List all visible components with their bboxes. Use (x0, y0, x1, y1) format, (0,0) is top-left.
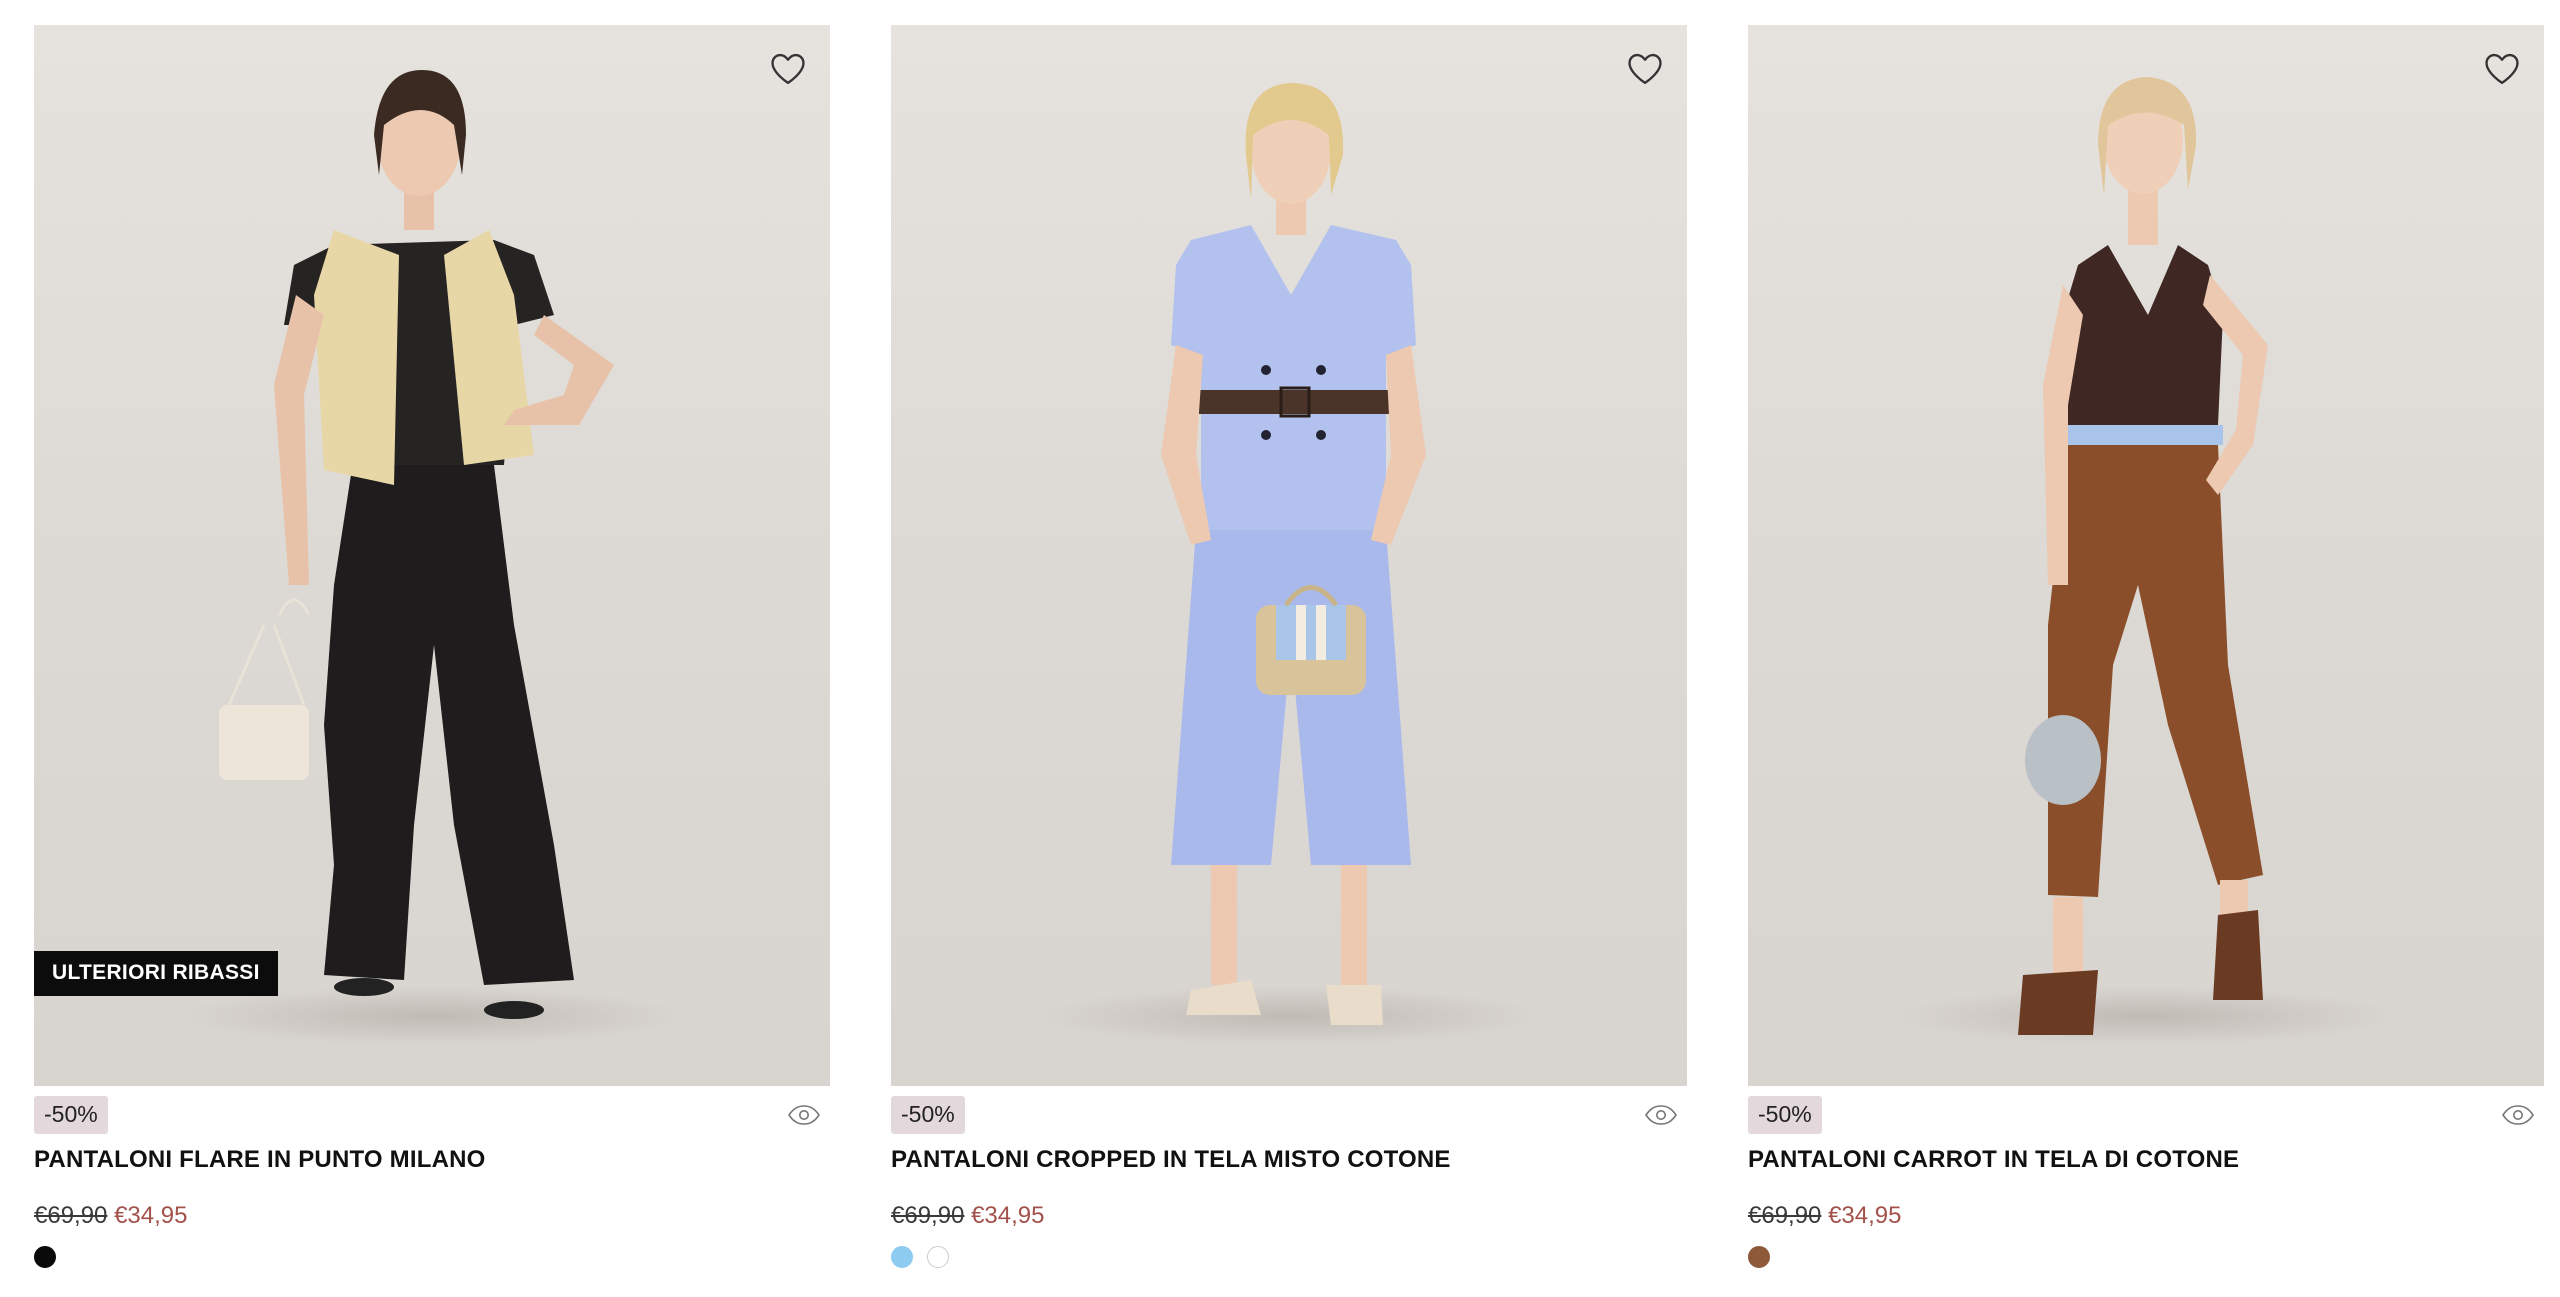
price-row: €69,90 €34,95 (891, 1202, 1687, 1230)
original-price: €69,90 (34, 1202, 108, 1229)
product-meta-row: -50% (891, 1096, 1687, 1134)
product-image[interactable]: ULTERIORI RIBASSI (34, 25, 830, 1086)
model-illustration (1161, 83, 1426, 1025)
eye-icon (788, 1105, 820, 1125)
heart-outline-icon (771, 53, 805, 85)
product-grid: ULTERIORI RIBASSI -50% PANTALONI FLARE I… (34, 25, 2544, 1268)
product-meta-row: -50% (1748, 1096, 2544, 1134)
price-row: €69,90 €34,95 (34, 1202, 830, 1230)
heart-outline-icon (1628, 53, 1662, 85)
sale-price: €34,95 (971, 1202, 1045, 1229)
color-swatch-light-blue[interactable] (891, 1246, 913, 1268)
wishlist-button[interactable] (1621, 45, 1669, 93)
wishlist-button[interactable] (764, 45, 812, 93)
original-price: €69,90 (891, 1202, 965, 1229)
color-swatch-black[interactable] (34, 1246, 56, 1268)
original-price: €69,90 (1748, 1202, 1822, 1229)
promo-badge: ULTERIORI RIBASSI (34, 951, 278, 996)
color-swatches (1748, 1246, 2544, 1268)
quick-view-button[interactable] (780, 1097, 828, 1133)
quick-view-button[interactable] (1637, 1097, 1685, 1133)
model-illustration (219, 70, 614, 1019)
product-title[interactable]: PANTALONI FLARE IN PUNTO MILANO (34, 1146, 830, 1174)
model-illustration (2018, 77, 2268, 1035)
price-row: €69,90 €34,95 (1748, 1202, 2544, 1230)
discount-badge: -50% (34, 1096, 108, 1134)
heart-outline-icon (2485, 53, 2519, 85)
product-card[interactable]: -50% PANTALONI CROPPED IN TELA MISTO COT… (891, 25, 1687, 1268)
color-swatch-brown[interactable] (1748, 1246, 1770, 1268)
color-swatch-white[interactable] (927, 1246, 949, 1268)
color-swatches (891, 1246, 1687, 1268)
product-meta-row: -50% (34, 1096, 830, 1134)
sale-price: €34,95 (1828, 1202, 1902, 1229)
discount-badge: -50% (1748, 1096, 1822, 1134)
product-image[interactable] (891, 25, 1687, 1086)
product-card[interactable]: ULTERIORI RIBASSI -50% PANTALONI FLARE I… (34, 25, 830, 1268)
wishlist-button[interactable] (2478, 45, 2526, 93)
eye-icon (2502, 1105, 2534, 1125)
eye-icon (1645, 1105, 1677, 1125)
color-swatches (34, 1246, 830, 1268)
sale-price: €34,95 (114, 1202, 188, 1229)
product-title[interactable]: PANTALONI CROPPED IN TELA MISTO COTONE (891, 1146, 1687, 1174)
product-card[interactable]: -50% PANTALONI CARROT IN TELA DI COTONE … (1748, 25, 2544, 1268)
discount-badge: -50% (891, 1096, 965, 1134)
quick-view-button[interactable] (2494, 1097, 2542, 1133)
product-title[interactable]: PANTALONI CARROT IN TELA DI COTONE (1748, 1146, 2544, 1174)
product-image[interactable] (1748, 25, 2544, 1086)
